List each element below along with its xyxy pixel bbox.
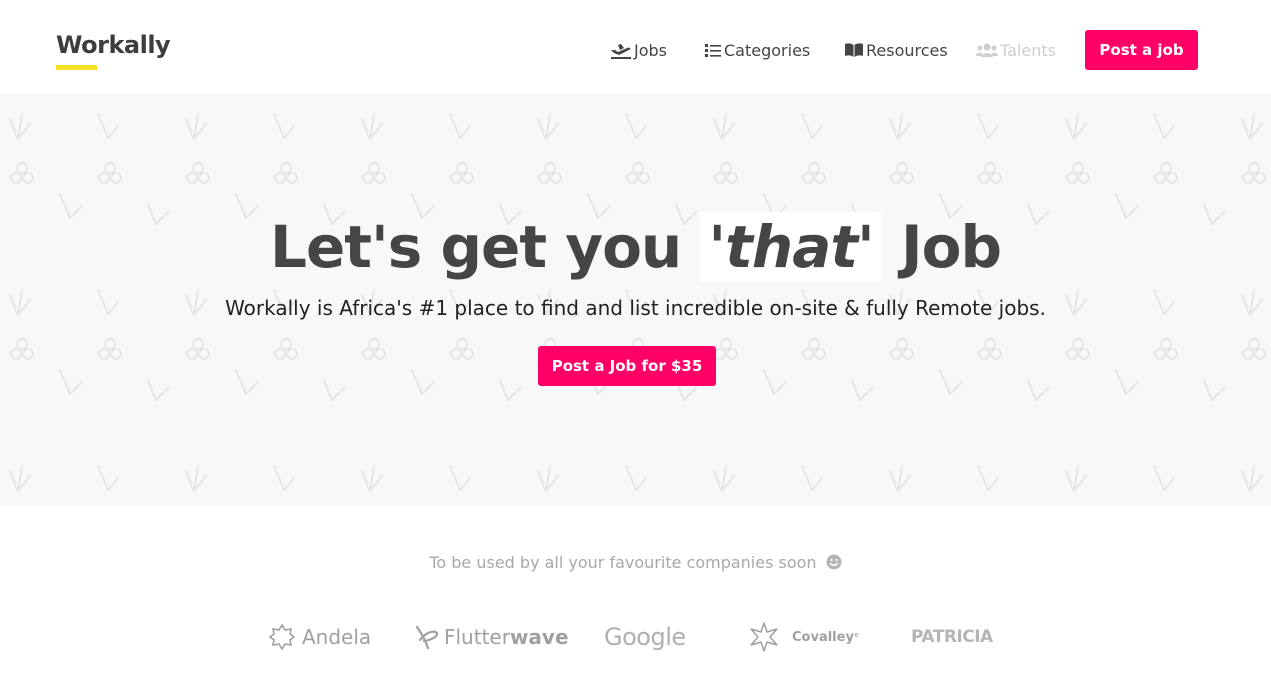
nav-resources-label: Resources — [866, 40, 948, 60]
covalley-logo: Covalley ° — [746, 620, 859, 654]
nav-resources[interactable]: Resources — [844, 38, 948, 62]
andela-logo: Andela — [268, 620, 371, 654]
covalley-logo-text: Covalley — [792, 629, 854, 645]
nav-talents-label: Talents — [1000, 40, 1056, 60]
google-logo: Google — [604, 623, 686, 651]
users-icon — [976, 43, 998, 57]
hero-subtitle: Workally is Africa's #1 place to find an… — [225, 296, 1046, 320]
logo-underline — [56, 65, 97, 70]
plane-departure-icon — [611, 44, 631, 59]
nav-jobs-label: Jobs — [634, 40, 667, 60]
andela-logo-text: Andela — [302, 625, 372, 649]
hero-title-highlight: 'that' — [700, 212, 882, 282]
list-icon — [705, 44, 721, 57]
flutterwave-mark-icon — [415, 625, 439, 650]
hero-title: Let's get you 'that' Job — [0, 212, 1271, 282]
andela-mark-icon — [268, 623, 296, 651]
nav-categories[interactable]: Categories — [704, 38, 810, 62]
main-nav: Jobs Categories Resources Talents — [0, 38, 1271, 62]
hero-section: Let's get you 'that' Job Workally is Afr… — [0, 94, 1271, 505]
nav-talents[interactable]: Talents — [976, 38, 1056, 62]
hero-title-end: Job — [901, 213, 1002, 281]
nav-categories-label: Categories — [724, 40, 811, 60]
post-job-button[interactable]: Post a job — [1085, 30, 1198, 70]
covalley-logo-mark: ° — [853, 630, 860, 644]
flutterwave-logo-text-bold: wave — [509, 625, 569, 649]
hero-title-start: Let's get you — [270, 213, 682, 281]
book-open-icon — [845, 43, 863, 57]
post-job-cta-button[interactable]: Post a Job for $35 — [538, 346, 716, 386]
site-header: Workally Jobs Categories Resources Talen… — [0, 0, 1271, 94]
nav-jobs[interactable]: Jobs — [610, 38, 667, 62]
flutterwave-logo: Flutter wave — [414, 620, 569, 654]
company-logos: Andela Flutter wave Google Covalley ° PATR… — [0, 620, 1271, 654]
companies-caption: To be used by all your favourite compani… — [0, 553, 1271, 572]
smiley-icon — [826, 554, 842, 570]
companies-caption-text: To be used by all your favourite compani… — [429, 553, 817, 572]
flutterwave-logo-text-light: Flutter — [444, 625, 510, 649]
patricia-logo: PATRICIA — [911, 627, 993, 647]
covalley-mark-icon — [750, 622, 778, 652]
